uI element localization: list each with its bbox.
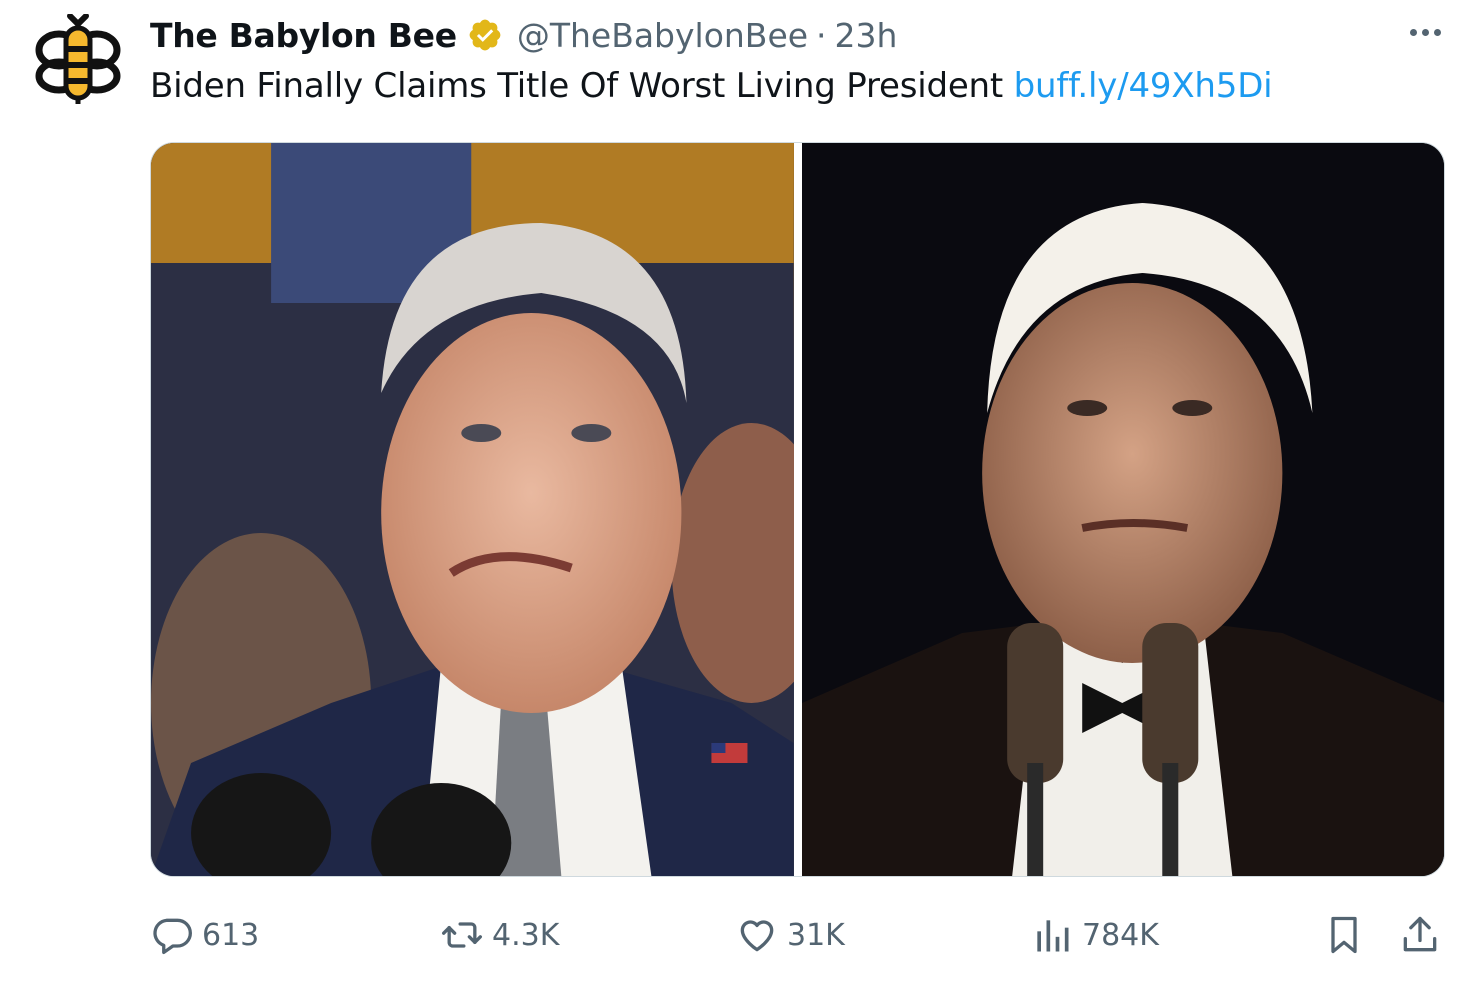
author-handle[interactable]: @TheBabylonBee [517,16,808,55]
views-count: 784K [1082,917,1159,953]
more-dot [1421,28,1429,36]
heart-icon [740,920,774,952]
more-dot [1409,28,1417,36]
photo-left[interactable] [151,143,794,876]
tweet-timestamp[interactable]: 23h [835,16,898,55]
share-icon [1403,916,1437,952]
tweet-body: Biden Finally Claims Title Of Worst Livi… [150,66,1004,106]
babylon-bee-logo-icon [35,13,121,104]
verified-badge-icon[interactable] [467,17,503,53]
tweet-link[interactable]: buff.ly/49Xh5Di [1014,66,1273,106]
share-button[interactable] [1398,905,1442,965]
more-dot [1433,28,1441,36]
tweet-header: The Babylon Bee @TheBabylonBee · 23h [150,12,897,58]
like-count: 31K [787,917,845,953]
tweet-actions: 613 4.3K 31K 784K [150,905,1446,965]
views-button[interactable]: 784K [1030,905,1159,965]
more-options-icon[interactable] [1403,16,1447,48]
views-icon [1037,920,1069,952]
photo-right[interactable] [801,143,1444,876]
retweet-button[interactable]: 4.3K [440,905,559,965]
author-display-name[interactable]: The Babylon Bee [150,16,457,55]
avatar[interactable] [32,13,124,106]
retweet-count: 4.3K [492,917,560,953]
reply-count: 613 [202,917,260,953]
like-button[interactable]: 31K [735,905,845,965]
bookmark-icon [1331,916,1357,954]
tweet-text: Biden Finally Claims Title Of Worst Livi… [150,66,1273,106]
tweet-media [150,142,1445,877]
retweet-icon [442,922,482,948]
separator-dot: · [816,15,827,55]
reply-button[interactable]: 613 [150,905,259,965]
reply-icon [153,918,192,955]
bookmark-button[interactable] [1322,905,1366,965]
